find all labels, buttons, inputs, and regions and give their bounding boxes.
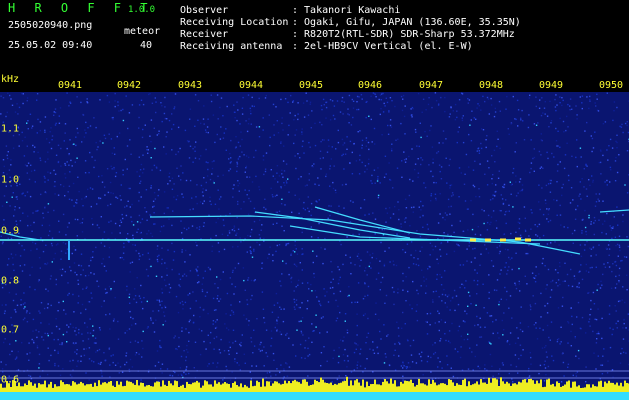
freq-tick-1.1: 1.1 (1, 123, 20, 135)
freq-tick-0.9: 0.9 (1, 225, 20, 237)
echo-highlight (485, 238, 491, 242)
antenna-value: : 2el-HB9CV Vertical (el. E-W) (292, 41, 473, 52)
freq-tick-0.8: 0.8 (1, 275, 20, 287)
freq-tick-0.6: 0.6 (1, 374, 20, 386)
time-tick-0945: 0945 (298, 80, 324, 91)
meteor-label: meteor (124, 26, 161, 37)
location-label: Receiving Location (180, 17, 289, 28)
time-tick-0947: 0947 (418, 80, 444, 91)
observer-value: : Takanori Kawachi (292, 5, 401, 16)
header: H R O F F T 1.0.0 2505020940.png 25.05.0… (0, 0, 629, 72)
echo-highlight (525, 238, 531, 242)
meteor-count: 40 (140, 40, 153, 51)
app-version: 1.0.0 (128, 5, 156, 15)
time-tick-0943: 0943 (177, 80, 203, 91)
time-tick-0944: 0944 (238, 80, 264, 91)
location-value: : Ogaki, Gifu, JAPAN (136.60E, 35.35N) (292, 17, 521, 28)
frequency-unit-label: kHz (1, 74, 20, 85)
receiver-label: Receiver (180, 29, 229, 40)
antenna-label: Receiving antenna (180, 41, 283, 52)
time-tick-0949: 0949 (538, 80, 564, 91)
time-tick-0946: 0946 (357, 80, 383, 91)
time-axis: 0941 0942 0943 0944 0945 0946 0947 0948 0949 0950 (0, 72, 629, 92)
observer-label: Observer (180, 5, 229, 16)
time-tick-0948: 0948 (478, 80, 504, 91)
echo-highlight (500, 238, 506, 242)
vertical-echo (68, 240, 70, 260)
spectrogram-plot (0, 92, 629, 400)
freq-tick-0.7: 0.7 (1, 324, 20, 336)
freq-tick-1.0: 1.0 (1, 174, 20, 186)
file-datetime: 25.05.02 09:40 (8, 40, 93, 51)
spectrogram-background (0, 92, 629, 400)
time-tick-0942: 0942 (116, 80, 142, 91)
receiver-value: : R820T2(RTL-SDR) SDR-Sharp 53.372MHz (292, 29, 515, 40)
echo-highlight (515, 237, 521, 241)
time-tick-0950: 0950 (598, 80, 624, 91)
time-tick-0941: 0941 (57, 80, 83, 91)
level-baseline (0, 392, 629, 400)
echo-highlight (470, 238, 476, 242)
file-name: 2505020940.png (8, 20, 93, 31)
